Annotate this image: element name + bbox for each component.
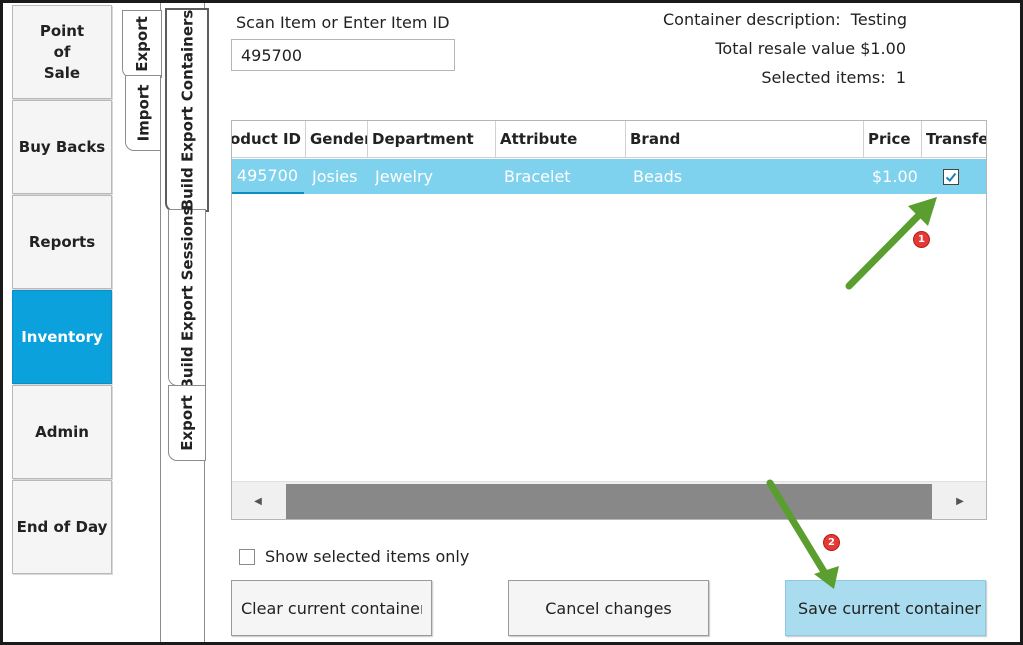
- app-window: Point of Sale Buy Backs Reports Inventor…: [0, 0, 1023, 645]
- tab-build-export-sessions-label: Build Export Sessions: [178, 206, 196, 389]
- scroll-left-icon[interactable]: ◀: [232, 482, 284, 519]
- cancel-changes-button[interactable]: Cancel changes: [508, 580, 709, 636]
- tab-export-inner[interactable]: Export: [168, 385, 206, 461]
- container-description-label: Container description:: [663, 10, 841, 29]
- tab-build-export-containers-label: Build Export Containers: [178, 9, 196, 211]
- cell-price: $1.00: [872, 167, 918, 186]
- cell-brand: Beads: [633, 167, 683, 186]
- annotation-badge-2: 2: [823, 534, 840, 551]
- clear-container-label: Clear current container: [241, 598, 422, 618]
- transfer-checkbox[interactable]: [943, 169, 959, 185]
- total-resale-value: $1.00: [860, 39, 906, 58]
- annotation-badge-1: 1: [913, 231, 930, 248]
- selected-items: Selected items: 1: [761, 68, 906, 87]
- show-selected-checkbox[interactable]: [239, 548, 255, 565]
- column-header-brand[interactable]: Brand: [626, 121, 864, 157]
- tab-export-outer[interactable]: Export: [122, 10, 162, 78]
- checkmark-icon: [945, 172, 957, 182]
- nav-reports[interactable]: Reports: [12, 195, 112, 289]
- tab-export-outer-label: Export: [133, 16, 152, 72]
- cell-attribute: Bracelet: [504, 167, 571, 186]
- column-header-price[interactable]: Price: [864, 121, 922, 157]
- save-container-label: Save current container: [798, 598, 981, 618]
- show-selected-option[interactable]: Show selected items only: [239, 547, 469, 566]
- tab-build-export-containers[interactable]: Build Export Containers: [165, 8, 209, 212]
- nav-end-of-day[interactable]: End of Day: [12, 480, 112, 574]
- nav-buy-backs[interactable]: Buy Backs: [12, 100, 112, 194]
- tab-build-export-sessions[interactable]: Build Export Sessions: [168, 206, 206, 389]
- table-row[interactable]: 495700 Josies Jewelry Bracelet Beads $1.…: [232, 159, 986, 194]
- total-resale: Total resale value $1.00: [715, 39, 906, 58]
- container-info: Container description: Testing Total res…: [663, 8, 906, 88]
- grid-header: Product ID Gender Department Attribute B…: [232, 121, 986, 158]
- tab-import-label: Import: [134, 84, 153, 142]
- column-header-gender[interactable]: Gender: [306, 121, 368, 157]
- clear-container-button[interactable]: Clear current container: [231, 580, 432, 636]
- scrollbar-thumb[interactable]: [286, 484, 932, 519]
- column-header-transfer[interactable]: Transfer: [922, 121, 986, 157]
- container-description: Container description: Testing: [663, 10, 906, 29]
- tab-export-inner-label: Export: [178, 395, 197, 451]
- cell-product-id: 495700: [232, 159, 304, 194]
- horizontal-scrollbar[interactable]: ◀ ▶: [232, 481, 986, 519]
- column-header-product-id[interactable]: Product ID: [232, 121, 306, 157]
- column-header-department[interactable]: Department: [368, 121, 496, 157]
- cancel-changes-label: Cancel changes: [545, 598, 672, 618]
- scan-label: Scan Item or Enter Item ID: [236, 13, 450, 32]
- tab-import[interactable]: Import: [125, 75, 161, 151]
- show-selected-label: Show selected items only: [265, 547, 470, 566]
- items-grid: Product ID Gender Department Attribute B…: [231, 120, 987, 520]
- column-header-attribute[interactable]: Attribute: [496, 121, 626, 157]
- selected-items-value: 1: [895, 68, 906, 87]
- nav-inventory[interactable]: Inventory: [12, 290, 112, 384]
- container-description-value: Testing: [850, 10, 906, 29]
- selected-items-label: Selected items:: [761, 68, 886, 87]
- nav-admin[interactable]: Admin: [12, 385, 112, 479]
- save-container-button[interactable]: Save current container: [785, 580, 986, 636]
- total-resale-label: Total resale value: [715, 39, 856, 58]
- scan-item-input[interactable]: [231, 39, 455, 71]
- cell-gender: Josies: [312, 167, 358, 186]
- scroll-right-icon[interactable]: ▶: [934, 482, 986, 519]
- nav-point-of-sale[interactable]: Point of Sale: [12, 5, 112, 99]
- cell-department: Jewelry: [375, 167, 433, 186]
